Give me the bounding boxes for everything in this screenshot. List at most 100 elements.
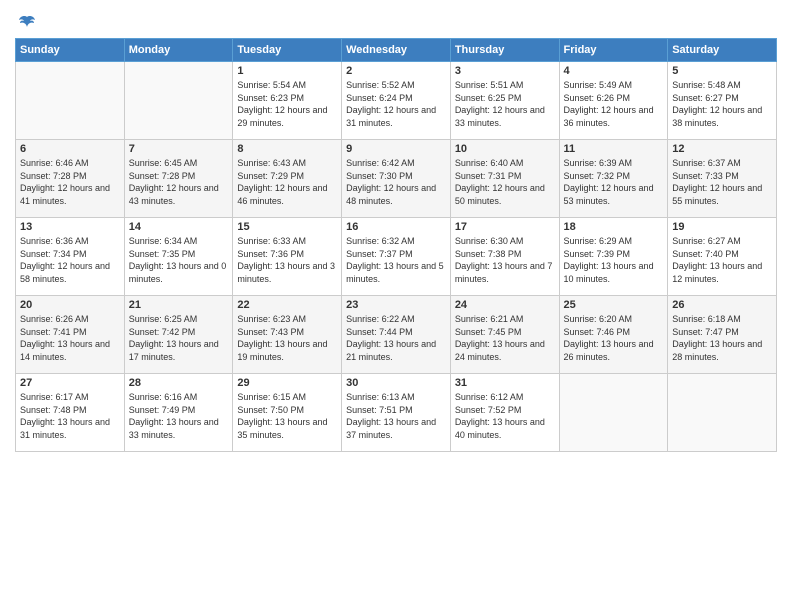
week-row-4: 20 Sunrise: 6:26 AMSunset: 7:41 PMDayligh… — [16, 296, 777, 374]
header — [15, 10, 777, 32]
day-cell — [124, 62, 233, 140]
cell-info: Sunrise: 6:37 AMSunset: 7:33 PMDaylight:… — [672, 157, 772, 207]
col-header-monday: Monday — [124, 39, 233, 62]
cell-info: Sunrise: 6:45 AMSunset: 7:28 PMDaylight:… — [129, 157, 229, 207]
day-cell: 16Sunrise: 6:32 AMSunset: 7:37 PMDayligh… — [342, 218, 451, 296]
cell-info: Sunrise: 6:29 AMSunset: 7:39 PMDaylight:… — [564, 235, 664, 285]
cell-info: Sunrise: 6:33 AMSunset: 7:36 PMDaylight:… — [237, 235, 337, 285]
day-number: 30 — [346, 377, 446, 389]
day-cell — [559, 374, 668, 452]
day-cell: 31Sunrise: 6:12 AMSunset: 7:52 PMDayligh… — [450, 374, 559, 452]
cell-info: Sunrise: 6:40 AMSunset: 7:31 PMDaylight:… — [455, 157, 555, 207]
day-number: 10 — [455, 143, 555, 155]
cell-info: Sunrise: 6:32 AMSunset: 7:37 PMDaylight:… — [346, 235, 446, 285]
day-cell: 7 Sunrise: 6:45 AMSunset: 7:28 PMDaylight… — [124, 140, 233, 218]
cell-info: Sunrise: 5:52 AMSunset: 6:24 PMDaylight:… — [346, 79, 446, 129]
day-cell: 9 Sunrise: 6:42 AMSunset: 7:30 PMDaylight… — [342, 140, 451, 218]
day-number: 15 — [237, 221, 337, 233]
day-cell: 30 Sunrise: 6:13 AMSunset: 7:51 PMDayligh… — [342, 374, 451, 452]
cell-info: Sunrise: 5:54 AMSunset: 6:23 PMDaylight:… — [237, 79, 337, 129]
cell-info: Sunrise: 5:49 AMSunset: 6:26 PMDaylight:… — [564, 79, 664, 129]
day-cell: 20 Sunrise: 6:26 AMSunset: 7:41 PMDayligh… — [16, 296, 125, 374]
cell-info: Sunrise: 6:20 AMSunset: 7:46 PMDaylight:… — [564, 313, 664, 363]
day-number: 24 — [455, 299, 555, 311]
day-cell: 24 Sunrise: 6:21 AMSunset: 7:45 PMDayligh… — [450, 296, 559, 374]
day-cell: 27Sunrise: 6:17 AMSunset: 7:48 PMDayligh… — [16, 374, 125, 452]
cell-info: Sunrise: 6:34 AMSunset: 7:35 PMDaylight:… — [129, 235, 229, 285]
col-header-tuesday: Tuesday — [233, 39, 342, 62]
day-cell: 4 Sunrise: 5:49 AMSunset: 6:26 PMDaylight… — [559, 62, 668, 140]
day-number: 22 — [237, 299, 337, 311]
cell-info: Sunrise: 5:51 AMSunset: 6:25 PMDaylight:… — [455, 79, 555, 129]
day-number: 12 — [672, 143, 772, 155]
day-number: 21 — [129, 299, 229, 311]
cell-info: Sunrise: 6:25 AMSunset: 7:42 PMDaylight:… — [129, 313, 229, 363]
day-number: 3 — [455, 65, 555, 77]
day-cell: 21 Sunrise: 6:25 AMSunset: 7:42 PMDayligh… — [124, 296, 233, 374]
day-number: 5 — [672, 65, 772, 77]
day-number: 14 — [129, 221, 229, 233]
day-number: 4 — [564, 65, 664, 77]
day-number: 31 — [455, 377, 555, 389]
day-cell: 13 Sunrise: 6:36 AMSunset: 7:34 PMDayligh… — [16, 218, 125, 296]
day-cell: 23Sunrise: 6:22 AMSunset: 7:44 PMDayligh… — [342, 296, 451, 374]
day-number: 19 — [672, 221, 772, 233]
day-number: 11 — [564, 143, 664, 155]
day-cell: 11Sunrise: 6:39 AMSunset: 7:32 PMDayligh… — [559, 140, 668, 218]
day-cell: 29Sunrise: 6:15 AMSunset: 7:50 PMDayligh… — [233, 374, 342, 452]
day-cell: 1Sunrise: 5:54 AMSunset: 6:23 PMDaylight… — [233, 62, 342, 140]
day-cell: 17Sunrise: 6:30 AMSunset: 7:38 PMDayligh… — [450, 218, 559, 296]
day-number: 18 — [564, 221, 664, 233]
cell-info: Sunrise: 6:42 AMSunset: 7:30 PMDaylight:… — [346, 157, 446, 207]
day-cell: 6 Sunrise: 6:46 AMSunset: 7:28 PMDaylight… — [16, 140, 125, 218]
day-number: 7 — [129, 143, 229, 155]
day-cell — [16, 62, 125, 140]
day-number: 2 — [346, 65, 446, 77]
week-row-2: 6 Sunrise: 6:46 AMSunset: 7:28 PMDaylight… — [16, 140, 777, 218]
day-cell: 28Sunrise: 6:16 AMSunset: 7:49 PMDayligh… — [124, 374, 233, 452]
day-number: 27 — [20, 377, 120, 389]
col-header-sunday: Sunday — [16, 39, 125, 62]
header-row: SundayMondayTuesdayWednesdayThursdayFrid… — [16, 39, 777, 62]
cell-info: Sunrise: 6:22 AMSunset: 7:44 PMDaylight:… — [346, 313, 446, 363]
day-number: 8 — [237, 143, 337, 155]
day-cell — [668, 374, 777, 452]
cell-info: Sunrise: 6:23 AMSunset: 7:43 PMDaylight:… — [237, 313, 337, 363]
day-number: 9 — [346, 143, 446, 155]
day-cell: 10 Sunrise: 6:40 AMSunset: 7:31 PMDayligh… — [450, 140, 559, 218]
day-number: 20 — [20, 299, 120, 311]
cell-info: Sunrise: 5:48 AMSunset: 6:27 PMDaylight:… — [672, 79, 772, 129]
day-cell: 15 Sunrise: 6:33 AMSunset: 7:36 PMDayligh… — [233, 218, 342, 296]
col-header-saturday: Saturday — [668, 39, 777, 62]
logo-general-line — [15, 14, 36, 32]
cell-info: Sunrise: 6:46 AMSunset: 7:28 PMDaylight:… — [20, 157, 120, 207]
day-number: 6 — [20, 143, 120, 155]
week-row-3: 13 Sunrise: 6:36 AMSunset: 7:34 PMDayligh… — [16, 218, 777, 296]
day-cell: 2 Sunrise: 5:52 AMSunset: 6:24 PMDaylight… — [342, 62, 451, 140]
cell-info: Sunrise: 6:18 AMSunset: 7:47 PMDaylight:… — [672, 313, 772, 363]
day-number: 25 — [564, 299, 664, 311]
col-header-thursday: Thursday — [450, 39, 559, 62]
day-cell: 8 Sunrise: 6:43 AMSunset: 7:29 PMDaylight… — [233, 140, 342, 218]
day-cell: 25 Sunrise: 6:20 AMSunset: 7:46 PMDayligh… — [559, 296, 668, 374]
logo — [15, 14, 36, 32]
cell-info: Sunrise: 6:26 AMSunset: 7:41 PMDaylight:… — [20, 313, 120, 363]
cell-info: Sunrise: 6:36 AMSunset: 7:34 PMDaylight:… — [20, 235, 120, 285]
day-cell: 5 Sunrise: 5:48 AMSunset: 6:27 PMDaylight… — [668, 62, 777, 140]
cell-info: Sunrise: 6:15 AMSunset: 7:50 PMDaylight:… — [237, 391, 337, 441]
cell-info: Sunrise: 6:13 AMSunset: 7:51 PMDaylight:… — [346, 391, 446, 441]
col-header-friday: Friday — [559, 39, 668, 62]
week-row-1: 1Sunrise: 5:54 AMSunset: 6:23 PMDaylight… — [16, 62, 777, 140]
cell-info: Sunrise: 6:43 AMSunset: 7:29 PMDaylight:… — [237, 157, 337, 207]
page: SundayMondayTuesdayWednesdayThursdayFrid… — [0, 0, 792, 612]
day-number: 26 — [672, 299, 772, 311]
cell-info: Sunrise: 6:21 AMSunset: 7:45 PMDaylight:… — [455, 313, 555, 363]
day-cell: 22 Sunrise: 6:23 AMSunset: 7:43 PMDayligh… — [233, 296, 342, 374]
day-cell: 3 Sunrise: 5:51 AMSunset: 6:25 PMDaylight… — [450, 62, 559, 140]
day-number: 13 — [20, 221, 120, 233]
week-row-5: 27Sunrise: 6:17 AMSunset: 7:48 PMDayligh… — [16, 374, 777, 452]
day-cell: 18 Sunrise: 6:29 AMSunset: 7:39 PMDayligh… — [559, 218, 668, 296]
day-number: 28 — [129, 377, 229, 389]
day-cell: 19Sunrise: 6:27 AMSunset: 7:40 PMDayligh… — [668, 218, 777, 296]
logo-bird-icon — [18, 14, 36, 32]
